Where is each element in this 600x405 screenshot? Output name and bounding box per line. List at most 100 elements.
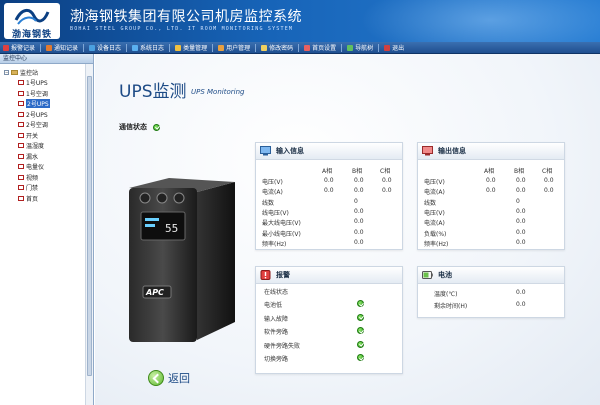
row-label: 电压(V)	[424, 179, 445, 186]
toolbar-item-9[interactable]: 退出	[384, 43, 404, 52]
device-node-icon	[18, 90, 24, 96]
alarm-label: 硬件旁路失败	[264, 342, 301, 350]
toolbar-item-3[interactable]: 系统日志	[132, 43, 164, 52]
tree-item[interactable]: 温湿度	[4, 141, 93, 152]
device-node-icon	[18, 153, 24, 159]
back-button[interactable]: 返回	[148, 370, 190, 386]
alarm-panel-title: 报警	[276, 271, 290, 279]
row-label: 电压(V)	[424, 209, 445, 217]
tree-item[interactable]: 漏水	[4, 151, 93, 162]
table-row: 最小线电压(V) 0.0	[262, 229, 398, 239]
cell-value: 0.0	[382, 177, 392, 184]
device-log-icon	[89, 44, 96, 51]
cell-value: 0.0	[516, 228, 526, 236]
monitor-icon	[422, 146, 433, 156]
tree-item[interactable]: 视频	[4, 172, 93, 183]
tree-item-label: 首页	[26, 195, 39, 203]
device-node-icon	[18, 101, 24, 107]
tree-item-label: 温湿度	[26, 143, 45, 151]
toolbar-item-7[interactable]: 首页设置	[304, 43, 336, 52]
battery-row: 温度(℃) 0.0	[424, 289, 560, 299]
tree-item[interactable]: 门禁	[4, 183, 93, 194]
tree-item-label: 视频	[26, 174, 39, 182]
tree-item[interactable]: 2号UPS	[4, 99, 93, 110]
app-title: 渤海钢铁集团有限公司机房监控系统	[70, 9, 302, 25]
status-ok-icon	[357, 300, 364, 308]
collapse-icon[interactable]: −	[4, 69, 9, 75]
tree-item[interactable]: 开关	[4, 130, 93, 141]
tree-item[interactable]: 1号空调	[4, 88, 93, 99]
tree-item-label: 2号UPS	[26, 111, 48, 119]
table-header-row: A相 B相 C相	[262, 166, 398, 176]
table-header-row: A相 B相 C相	[424, 166, 560, 176]
toolbar-item-label: 通知记录	[54, 45, 79, 52]
column-header: A相	[322, 168, 333, 175]
alarm-row: 电池低	[262, 300, 398, 310]
alarm-row: 硬件旁路失败	[262, 340, 398, 351]
row-label: 电流(A)	[262, 189, 283, 197]
output-info-panel: 输出信息 A相 B相 C相 电压(V) 0.0 0.0 0.0 电流(A) 0.0 0.0 0.0 线…	[417, 142, 565, 250]
toolbar-item-6[interactable]: 修改密码	[261, 43, 293, 52]
app-subtitle: BOHAI STEEL GROUP CO., LTD. IT ROOM MONI…	[70, 26, 294, 32]
tree-item[interactable]: 2号UPS	[4, 109, 93, 120]
tree-item[interactable]: 2号空调	[4, 120, 93, 131]
toolbar-separator	[298, 43, 300, 52]
tree-item[interactable]: 首页	[4, 193, 93, 204]
tree-item-label: 开关	[26, 132, 39, 140]
toolbar-item-4[interactable]: 类量管理	[175, 43, 207, 52]
tree-item[interactable]: 1号UPS	[4, 78, 93, 89]
password-icon	[261, 44, 268, 51]
row-label: 线电压(V)	[262, 209, 289, 217]
ups-brand: APC	[145, 288, 164, 297]
cell-value: 0.0	[354, 177, 364, 184]
folder-icon	[11, 69, 18, 75]
cell-value: 0.0	[516, 207, 526, 215]
toolbar-item-0[interactable]: 报警记录	[3, 43, 35, 52]
status-ok-icon	[357, 340, 364, 348]
alarm-panel-header: 报警	[256, 267, 402, 284]
toolbar-item-label: 用户管理	[226, 45, 251, 52]
cell-value: 0.0	[354, 207, 364, 215]
alarm-label: 切换旁路	[264, 356, 289, 363]
battery-row: 剩余时间(H) 0.0	[424, 301, 560, 311]
alarm-row: 在线状态	[262, 287, 398, 297]
battery-panel-title: 电池	[438, 271, 452, 279]
alarm-row: 软件旁路	[262, 327, 398, 337]
toolbar-item-5[interactable]: 用户管理	[218, 43, 250, 52]
column-header: C相	[380, 168, 391, 175]
table-row: 负载(%) 0.0	[424, 229, 560, 239]
tree-root[interactable]: − 监控站	[4, 67, 93, 78]
nav-tree: − 监控站 1号UPS 1号空调 2号UPS 2号UPS 2号空调 开关 温湿度 漏水 电量仪视…	[0, 64, 93, 204]
tree-item-label: 门禁	[26, 185, 39, 193]
device-node-icon	[18, 164, 24, 170]
input-table: A相 B相 C相 电压(V) 0.0 0.0 0.0 电流(A) 0.0 0.0 0.0 线数 0 线电压…	[262, 166, 398, 248]
cell-value: 0.0	[516, 218, 526, 226]
status-ok-icon	[357, 354, 364, 361]
toolbar-item-2[interactable]: 设备日志	[89, 43, 121, 52]
toolbar-item-label: 系统日志	[140, 45, 165, 52]
cell-value: 0	[354, 197, 358, 205]
sidebar-scrollbar[interactable]	[85, 64, 93, 405]
input-panel-title: 输入信息	[276, 147, 304, 155]
main-content: UPS监测 UPS Monitoring 通信状态 55 APC 输入信息 A相…	[95, 54, 600, 405]
notice-record-icon	[46, 44, 53, 51]
battery-icon	[422, 271, 433, 279]
table-row: 频率(Hz) 0.0	[262, 239, 398, 249]
exit-icon	[384, 44, 391, 51]
ups-device-image: 55 APC	[129, 178, 235, 342]
table-row: 最大线电压(V) 0.0	[262, 218, 398, 228]
header-glow	[360, 0, 600, 42]
toolbar-separator	[83, 43, 85, 52]
cell-value: 0.0	[324, 187, 334, 195]
tree-item[interactable]: 电量仪	[4, 162, 93, 173]
table-row: 电流(A) 0.0	[424, 218, 560, 228]
toolbar-item-8[interactable]: 导航树	[347, 43, 373, 52]
row-label: 最小线电压(V)	[262, 230, 301, 238]
device-node-icon	[18, 174, 24, 180]
toolbar-item-1[interactable]: 通知记录	[46, 43, 78, 52]
scrollbar-thumb[interactable]	[87, 76, 92, 376]
category-icon	[175, 44, 182, 51]
alarm-panel: 报警 在线状态 电池低 输入故障 软件旁路 硬件旁路失败 切换旁路	[255, 266, 403, 374]
tree-item-label: 1号UPS	[26, 80, 48, 88]
table-row: 电压(V) 0.0 0.0 0.0	[424, 177, 560, 187]
